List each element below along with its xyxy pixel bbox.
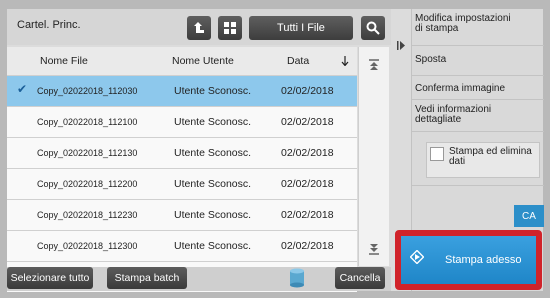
table-row[interactable]: Copy_02022018_112300 Utente Sconosc. 02/02… xyxy=(7,230,357,261)
move-item[interactable]: Sposta xyxy=(412,55,544,65)
cancel-button[interactable]: Cancella xyxy=(335,267,385,289)
table-row[interactable]: Copy_02022018_112130 Utente Sconosc. 02/02… xyxy=(7,137,357,168)
divider xyxy=(412,45,544,46)
table-row[interactable]: Copy_02022018_112230 Utente Sconosc. 02/02… xyxy=(7,199,357,230)
check-icon: ✔ xyxy=(17,82,28,96)
confirm-image-item[interactable]: Conferma immagine xyxy=(412,84,544,94)
date-cell: 02/02/2018 xyxy=(281,116,334,128)
detail-info-line2: dettagliate xyxy=(415,114,462,125)
search-button[interactable] xyxy=(361,16,385,40)
scroll-up-icon xyxy=(369,59,379,70)
thumbnail-view-button[interactable] xyxy=(218,16,242,40)
print-delete-label: Stampa ed elimina dati xyxy=(449,147,532,167)
grid-icon xyxy=(224,22,236,34)
search-icon xyxy=(366,21,380,35)
batch-print-button[interactable]: Stampa batch xyxy=(107,267,187,289)
device-frame: Cartel. Princ. Tutti I File Nome File No… xyxy=(0,0,550,298)
print-now-button[interactable]: Stampa adesso xyxy=(401,236,536,284)
file-table: Nome File Nome Utente Data ✔ Copy_0202201… xyxy=(7,47,357,292)
date-cell: 02/02/2018 xyxy=(281,240,334,252)
user-cell: Utente Sconosc. xyxy=(174,147,252,159)
date-cell: 02/02/2018 xyxy=(281,147,334,159)
column-user[interactable]: Nome Utente xyxy=(172,55,234,67)
date-cell: 02/02/2018 xyxy=(281,178,334,190)
table-row[interactable]: Copy_02022018_112100 Utente Sconosc. 02/02… xyxy=(7,106,357,137)
scroll-down-icon xyxy=(369,244,379,255)
print-delete-option[interactable]: Stampa ed elimina dati xyxy=(426,142,540,178)
divider xyxy=(412,131,544,132)
date-cell: 02/02/2018 xyxy=(281,85,334,97)
folder-label: Cartel. Princ. xyxy=(17,19,81,31)
print-now-label: Stampa adesso xyxy=(445,254,522,266)
column-date[interactable]: Data xyxy=(287,55,309,67)
folder-up-button[interactable] xyxy=(187,16,211,40)
modify-settings-line2: di stampa xyxy=(415,23,459,34)
user-cell: Utente Sconosc. xyxy=(174,209,252,221)
column-file[interactable]: Nome File xyxy=(40,55,88,67)
bottom-bar: Selezionare tutto Stampa batch Cancella xyxy=(7,267,391,291)
file-name-cell: Copy_02022018_112300 xyxy=(37,241,138,251)
file-name-cell: Copy_02022018_112030 xyxy=(37,86,138,96)
user-cell: Utente Sconosc. xyxy=(174,85,252,97)
user-cell: Utente Sconosc. xyxy=(174,178,252,190)
scroll-up-button[interactable] xyxy=(362,53,386,77)
date-cell: 02/02/2018 xyxy=(281,209,334,221)
print-delete-line2: dati xyxy=(449,156,466,167)
top-bar: Cartel. Princ. Tutti I File xyxy=(7,9,391,45)
file-name-cell: Copy_02022018_112100 xyxy=(37,117,138,127)
start-button-highlight: Stampa adesso xyxy=(395,230,542,290)
divider xyxy=(412,185,544,186)
user-cell: Utente Sconosc. xyxy=(174,240,252,252)
select-all-button[interactable]: Selezionare tutto xyxy=(7,267,93,289)
modify-settings-item[interactable]: Modifica impostazioni di stampa xyxy=(412,14,544,34)
file-name-cell: Copy_02022018_112230 xyxy=(37,210,138,220)
divider xyxy=(412,75,544,76)
table-body: ✔ Copy_02022018_112030 Utente Sconosc. 02/0… xyxy=(7,75,357,292)
table-row[interactable]: Copy_02022018_112200 Utente Sconosc. 02/02… xyxy=(7,168,357,199)
user-cell: Utente Sconosc. xyxy=(174,116,252,128)
detail-info-item[interactable]: Vedi informazioni dettagliate xyxy=(412,105,544,125)
table-scrollbar[interactable] xyxy=(358,47,389,266)
file-name-cell: Copy_02022018_112200 xyxy=(37,179,138,189)
scroll-down-button[interactable] xyxy=(362,237,386,261)
print-delete-checkbox[interactable] xyxy=(430,147,444,161)
panel-toggle-button[interactable] xyxy=(393,9,409,81)
file-name-cell: Copy_02022018_112130 xyxy=(37,148,138,158)
panel-toggle-icon xyxy=(397,40,405,50)
storage-icon xyxy=(290,268,304,288)
divider xyxy=(412,99,544,100)
start-icon xyxy=(410,250,424,264)
table-row[interactable]: ✔ Copy_02022018_112030 Utente Sconosc. 02/0… xyxy=(7,75,357,106)
table-header: Nome File Nome Utente Data xyxy=(7,47,357,75)
folder-up-icon xyxy=(194,22,204,33)
sort-arrow-icon xyxy=(341,56,349,66)
filter-button[interactable]: Tutti I File xyxy=(249,16,353,40)
clear-all-button[interactable]: CA xyxy=(514,205,544,227)
